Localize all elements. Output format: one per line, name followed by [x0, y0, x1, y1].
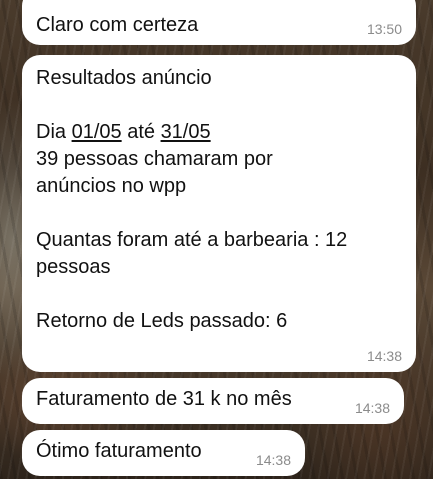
- date-prefix: Dia: [36, 121, 72, 143]
- message-text-leads: 39 pessoas chamaram por anúncios no wpp: [36, 148, 273, 197]
- message-bubble[interactable]: Claro com certeza 13:50: [22, 0, 416, 45]
- message-text: Claro com certeza: [36, 14, 199, 36]
- message-bubble[interactable]: Ótimo faturamento 14:38: [22, 430, 305, 476]
- message-time: 14:38: [354, 400, 390, 416]
- message-time: 14:38: [255, 452, 291, 468]
- message-text: Ótimo faturamento: [36, 440, 202, 462]
- message-text-barbershop: Quantas foram até a barbearia : 12 pesso…: [36, 229, 348, 278]
- message-text: Faturamento de 31 k no mês: [36, 388, 292, 410]
- message-time: 14:38: [366, 348, 402, 364]
- date-link-to[interactable]: 31/05: [161, 121, 211, 143]
- message-date-range: Dia 01/05 até 31/05: [36, 119, 416, 146]
- date-mid: até: [121, 121, 161, 143]
- message-bubble[interactable]: Resultados anúncio Dia 01/05 até 31/05 3…: [22, 55, 416, 372]
- chat-background: Claro com certeza 13:50 Resultados anúnc…: [0, 0, 433, 479]
- message-time: 13:50: [366, 21, 402, 37]
- message-text-return: Retorno de Leds passado: 6: [36, 310, 288, 332]
- date-link-from[interactable]: 01/05: [72, 121, 122, 143]
- message-bubble[interactable]: Faturamento de 31 k no mês 14:38: [22, 378, 404, 424]
- message-text-title: Resultados anúncio: [36, 67, 212, 89]
